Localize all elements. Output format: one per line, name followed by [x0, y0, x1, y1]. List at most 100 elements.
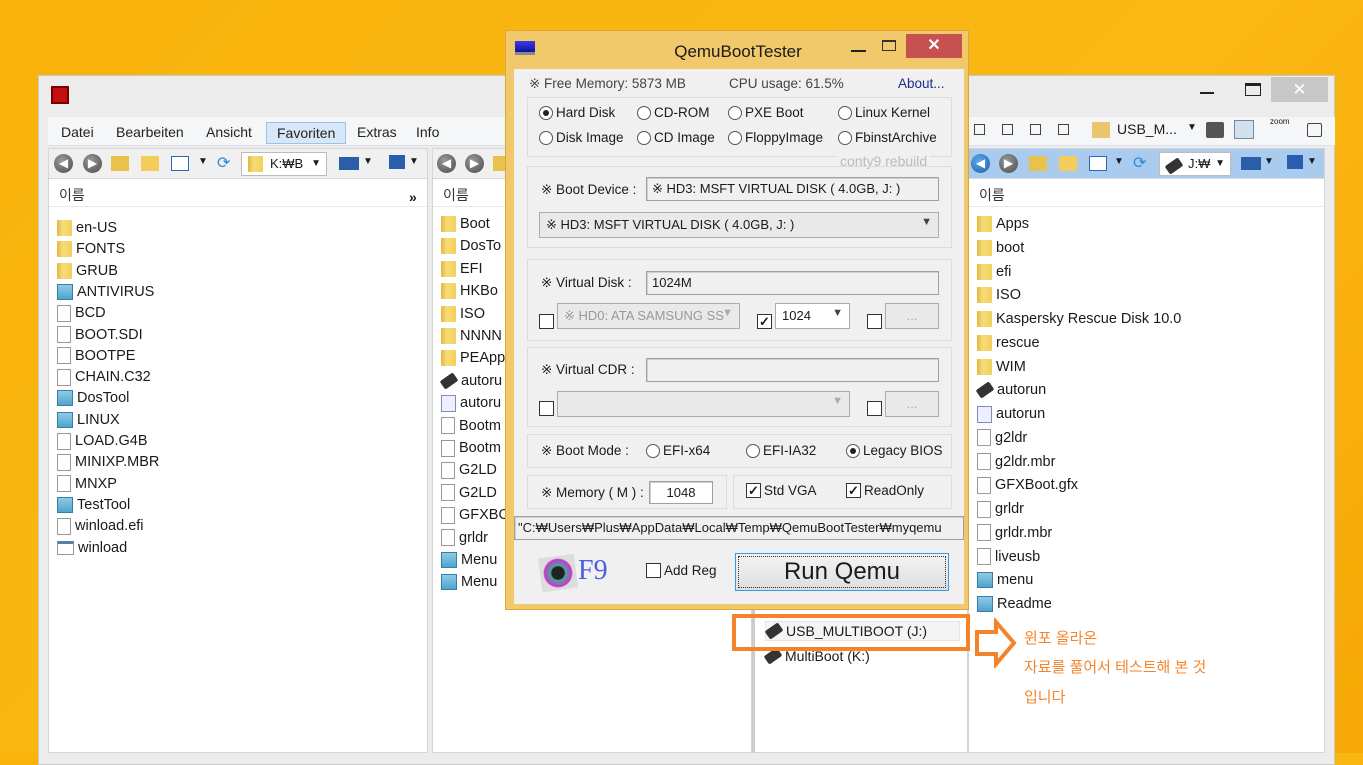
run-qemu-button[interactable]: Run Qemu — [735, 553, 949, 591]
back-icon[interactable]: ◀ — [54, 154, 73, 173]
about-link[interactable]: About... — [898, 76, 945, 91]
file-list-item[interactable]: TestTool — [57, 495, 130, 515]
view-mode-icon[interactable] — [171, 156, 189, 171]
chevron-down-icon[interactable]: ▼ — [363, 156, 373, 167]
cdr-checkbox[interactable] — [539, 401, 554, 416]
file-list-item[interactable]: autoru — [441, 393, 501, 413]
vdisk-size-select[interactable]: 1024 ▼ — [775, 303, 850, 329]
dialog-minimize-button[interactable] — [851, 50, 866, 52]
file-list-item[interactable]: boot — [977, 238, 1024, 258]
settings-icon[interactable] — [1234, 120, 1254, 139]
forward-icon[interactable]: ▶ — [83, 154, 102, 173]
view-icon[interactable] — [1002, 124, 1013, 135]
file-list-item[interactable]: CHAIN.C32 — [57, 367, 151, 387]
add-reg-checkbox[interactable]: Add Reg — [646, 563, 717, 578]
minimize-button[interactable] — [1192, 80, 1222, 100]
vdisk-size-checkbox[interactable]: ✓ — [757, 314, 772, 329]
desktop-icon[interactable] — [339, 157, 359, 170]
file-list-item[interactable]: grldr — [441, 528, 488, 548]
radio-boot-mode-legacy-bios[interactable]: Legacy BIOS — [846, 443, 943, 458]
file-list-item[interactable]: autorun — [975, 380, 1046, 400]
chevron-down-icon[interactable]: ▼ — [1307, 156, 1317, 167]
network-icon[interactable] — [389, 155, 405, 169]
file-list-item[interactable]: DosTool — [57, 388, 129, 408]
refresh-icon[interactable]: ⟳ — [217, 153, 230, 173]
file-list-item[interactable]: LOAD.G4B — [57, 431, 148, 451]
file-list-item[interactable]: BOOT.SDI — [57, 325, 143, 345]
view-icon[interactable] — [1030, 124, 1041, 135]
file-list-item[interactable]: Kaspersky Rescue Disk 10.0 — [977, 309, 1181, 329]
column-header-name[interactable]: 이름 — [49, 179, 427, 207]
menu-extras[interactable]: Extras — [347, 122, 407, 144]
file-list-item[interactable]: menu — [977, 570, 1033, 590]
file-list-item[interactable]: en-US — [57, 218, 117, 238]
vdisk-browse-button[interactable]: ... — [885, 303, 939, 329]
file-list-item[interactable]: NNNN — [441, 326, 502, 346]
file-list-item[interactable]: Boot — [441, 214, 490, 234]
back-icon[interactable]: ◀ — [971, 154, 990, 173]
file-list-item[interactable]: g2ldr — [977, 428, 1027, 448]
chevron-down-icon[interactable]: ▼ — [1114, 156, 1124, 167]
forward-icon[interactable]: ▶ — [999, 154, 1018, 173]
memory-field[interactable]: 1048 — [649, 481, 713, 504]
file-list-item[interactable]: Bootm — [441, 416, 501, 436]
file-list-item[interactable]: LINUX — [57, 410, 120, 430]
view-icon[interactable] — [1058, 124, 1069, 135]
file-list-item[interactable]: FONTS — [57, 239, 125, 259]
boot-device-field[interactable]: ※ HD3: MSFT VIRTUAL DISK ( 4.0GB, J: ) — [646, 177, 939, 201]
menu-info[interactable]: Info — [406, 122, 449, 144]
radio-boot-type-disk-image[interactable]: Disk Image — [539, 130, 624, 145]
file-list-item[interactable]: Readme — [977, 594, 1052, 614]
back-icon[interactable]: ◀ — [437, 154, 456, 173]
file-list-item[interactable]: BOOTPE — [57, 346, 135, 366]
vdisk-browse-checkbox[interactable] — [867, 314, 882, 329]
dialog-close-button[interactable]: ✕ — [906, 34, 962, 58]
menu-datei[interactable]: Datei — [51, 122, 104, 144]
file-list-item[interactable]: rescue — [977, 333, 1040, 353]
chevron-down-icon[interactable]: ▼ — [1187, 122, 1197, 133]
file-list-item[interactable]: liveusb — [977, 547, 1040, 567]
network-icon[interactable] — [1287, 155, 1303, 169]
radio-boot-type-linux-kernel[interactable]: Linux Kernel — [838, 105, 930, 120]
window-icon[interactable] — [1307, 123, 1322, 137]
dialog-maximize-button[interactable] — [882, 40, 896, 51]
radio-boot-type-cd-rom[interactable]: CD-ROM — [637, 105, 710, 120]
boot-device-select[interactable]: ※ HD3: MSFT VIRTUAL DISK ( 4.0GB, J: ) ▼ — [539, 212, 939, 238]
radio-boot-type-cd-image[interactable]: CD Image — [637, 130, 715, 145]
file-list-item[interactable]: EFI — [441, 259, 483, 279]
radio-boot-mode-efi-x64[interactable]: EFI-x64 — [646, 443, 710, 458]
cdr-browse-button[interactable]: ... — [885, 391, 939, 417]
chevron-down-icon[interactable]: ▼ — [1264, 156, 1274, 167]
vdisk-device-checkbox[interactable] — [539, 314, 554, 329]
file-list-item[interactable]: Bootm — [441, 438, 501, 458]
up-folder-icon[interactable] — [1029, 156, 1047, 171]
file-list-item[interactable]: GRUB — [57, 261, 118, 281]
chevron-down-icon[interactable]: ▼ — [409, 156, 419, 167]
file-list-item[interactable]: Apps — [977, 214, 1029, 234]
file-list-item[interactable]: ISO — [977, 285, 1021, 305]
chevron-down-icon[interactable]: ▼ — [198, 156, 208, 167]
readonly-checkbox[interactable]: ✓ ReadOnly — [846, 483, 924, 498]
radio-boot-type-floppyimage[interactable]: FloppyImage — [728, 130, 823, 145]
file-list-item[interactable]: ANTIVIRUS — [57, 282, 154, 302]
file-list-item[interactable]: WIM — [977, 357, 1026, 377]
new-folder-icon[interactable] — [1059, 156, 1077, 171]
cdr-select[interactable]: ▼ — [557, 391, 850, 417]
file-list-item[interactable]: g2ldr.mbr — [977, 452, 1055, 472]
zoom-icon[interactable]: zoom — [1270, 117, 1290, 126]
drive-combo[interactable]: USB_M... — [1117, 121, 1177, 137]
file-list-item[interactable]: Menu — [441, 572, 497, 592]
file-list-item[interactable]: GFXBoot.gfx — [977, 475, 1078, 495]
up-folder-icon[interactable] — [111, 156, 129, 171]
file-list-item[interactable]: efi — [977, 262, 1011, 282]
file-list-item[interactable]: MINIXP.MBR — [57, 452, 159, 472]
cdr-browse-checkbox[interactable] — [867, 401, 882, 416]
file-list-item[interactable]: MNXP — [57, 474, 117, 494]
command-path-field[interactable]: "C:₩Users₩Plus₩AppData₩Local₩Temp₩QemuBo… — [514, 516, 964, 540]
file-list-item[interactable]: Menu — [441, 550, 497, 570]
radio-boot-type-fbinstarchive[interactable]: FbinstArchive — [838, 130, 937, 145]
radio-boot-mode-efi-ia32[interactable]: EFI-IA32 — [746, 443, 816, 458]
printer-icon[interactable] — [1206, 122, 1224, 138]
file-list-item[interactable]: autorun — [977, 404, 1045, 424]
file-list-item[interactable]: PEApp — [441, 348, 505, 368]
